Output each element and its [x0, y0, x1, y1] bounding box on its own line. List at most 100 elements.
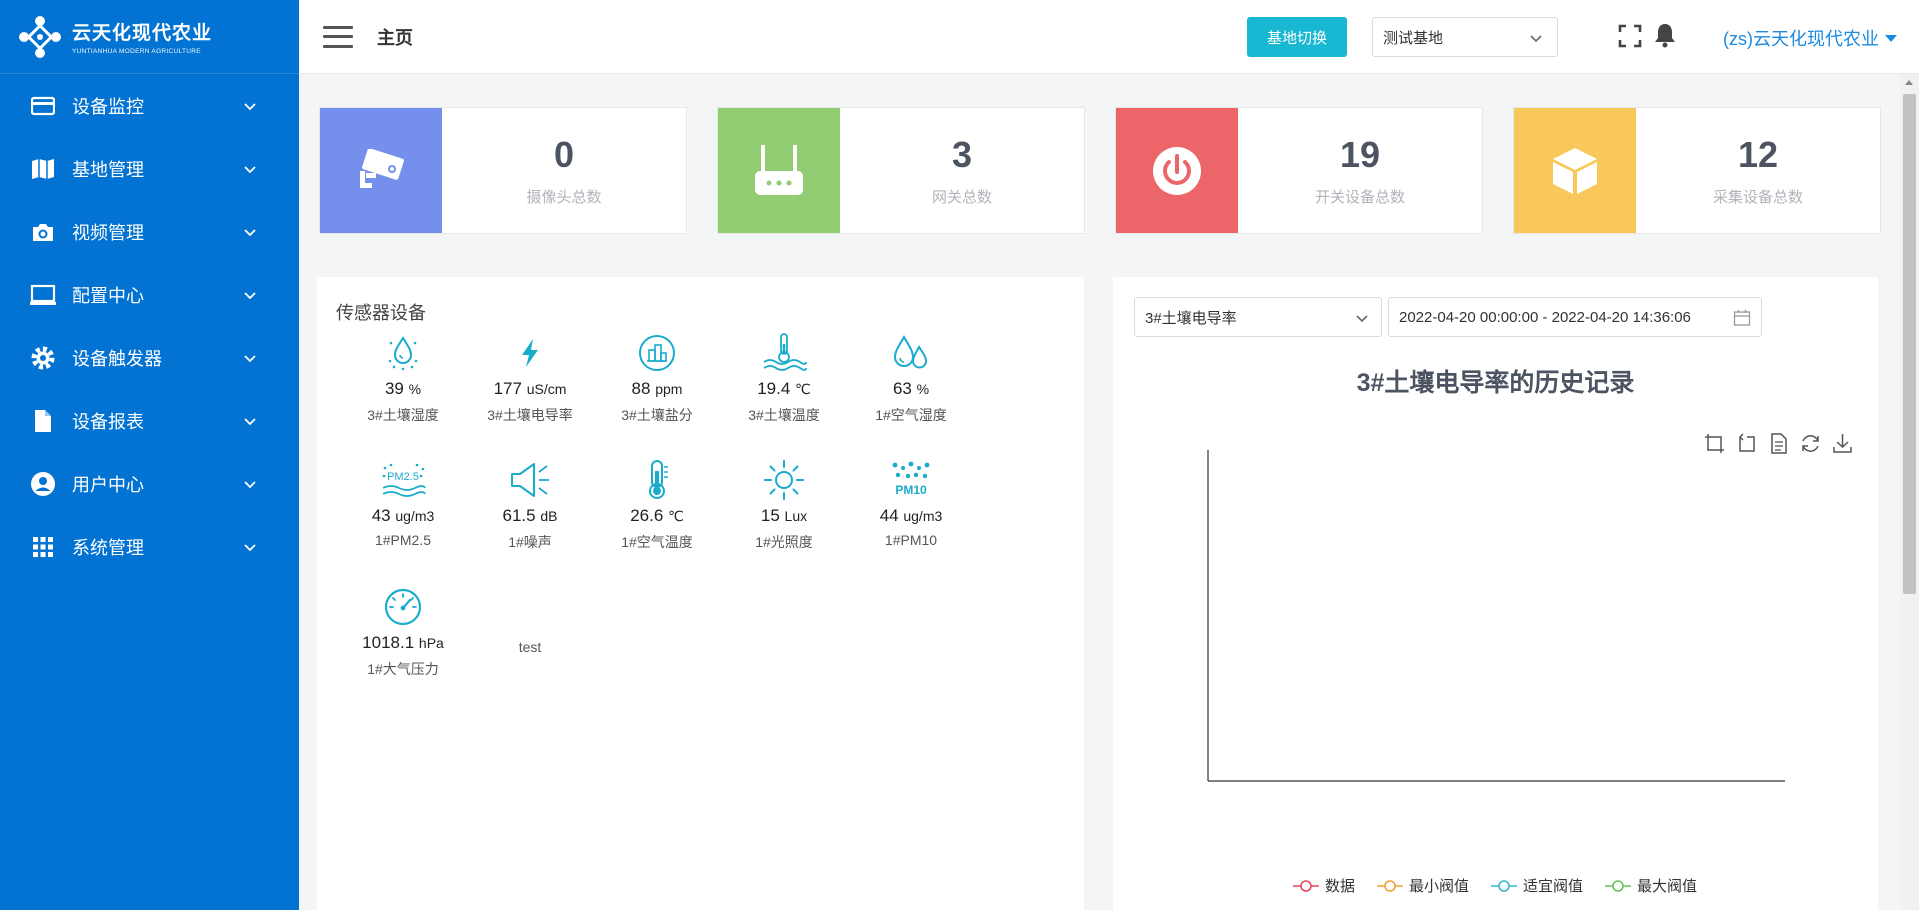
sensor-value: 1018.1 [362, 633, 415, 652]
sensor-item[interactable]: 61.5 dB 1#噪声 [466, 458, 594, 552]
sensor-value: 19.4 [757, 379, 791, 398]
stat-card-gateways[interactable]: 3 网关总数 [717, 107, 1085, 234]
chevron-down-icon [244, 354, 256, 362]
header: 主页 基地切换 测试基地 (zs)云天化现代农业 [299, 0, 1919, 74]
bell-icon[interactable] [1653, 22, 1677, 48]
pm25-badge: PM2.5 [387, 471, 419, 483]
sensor-name: 1#空气温度 [621, 534, 693, 550]
sidebar-item-base-management[interactable]: 基地管理 [0, 137, 299, 200]
chevron-down-icon [244, 543, 256, 551]
sensor-value: 177 [493, 379, 522, 398]
legend-line-circle-icon [1605, 879, 1632, 892]
sidebar-item-label: 设备监控 [72, 96, 144, 117]
sensor-item[interactable]: PM2.5 43 ug/m3 1#PM2.5 [339, 458, 467, 548]
stat-value: 0 [553, 134, 575, 175]
sensor-item[interactable]: 1018.1 hPa 1#大气压力 [339, 585, 467, 679]
sensor-value: 88 [631, 379, 651, 398]
gear-icon [30, 345, 56, 371]
legend-item[interactable]: 数据 [1293, 875, 1355, 896]
sidebar-item-user-center[interactable]: 用户中心 [0, 452, 299, 515]
logo-icon [14, 11, 66, 63]
sidebar-item-label: 设备报表 [72, 411, 144, 432]
base-switch-button[interactable]: 基地切换 [1247, 17, 1347, 57]
box-icon [1514, 108, 1636, 233]
sidebar-item-label: 设备触发器 [72, 348, 162, 369]
sensor-value: 61.5 [502, 506, 536, 525]
speaker-icon [466, 458, 594, 502]
water-drops-icon [847, 331, 975, 375]
chart-plot [1207, 450, 1785, 782]
sensor-item-test[interactable]: test [466, 629, 594, 655]
sensor-unit: ug/m3 [395, 508, 435, 524]
scrollbar[interactable] [1900, 74, 1919, 910]
camera-icon [30, 219, 56, 245]
user-icon [30, 471, 56, 497]
sensor-unit: ppm [655, 381, 683, 397]
base-select[interactable]: 测试基地 [1372, 17, 1558, 57]
caret-down-icon [1885, 34, 1897, 42]
sidebar-item-device-monitor[interactable]: 设备监控 [0, 74, 299, 137]
sensor-unit: % [916, 381, 930, 397]
sidebar-menu: 设备监控 基地管理 视频管理 配置中心 设备触发器 设备报表 用户中心 系统管理 [0, 74, 299, 578]
sidebar: 云天化现代农业 YUNTIANHUA MODERN AGRICULTURE 设备… [0, 0, 299, 910]
sensor-item[interactable]: 39 % 3#土壤湿度 [339, 331, 467, 425]
sidebar-item-device-report[interactable]: 设备报表 [0, 389, 299, 452]
sidebar-item-system-management[interactable]: 系统管理 [0, 515, 299, 578]
main-content: 0 摄像头总数 3 网关总数 19 开关设备总数 12 采集设备总数 传感器设备 [299, 74, 1900, 910]
stat-label: 网关总数 [931, 189, 992, 206]
stat-value: 3 [951, 134, 973, 175]
sidebar-item-config-center[interactable]: 配置中心 [0, 263, 299, 326]
sensor-item[interactable]: 177 uS/cm 3#土壤电导率 [466, 331, 594, 425]
sensor-name: 1#大气压力 [367, 661, 439, 677]
sensor-item[interactable]: PM10 44 ug/m3 1#PM10 [847, 458, 975, 548]
card-icon [30, 93, 56, 119]
scrollbar-thumb[interactable] [1903, 94, 1916, 594]
sensor-panel: 传感器设备 39 % 3#土壤湿度 177 uS/cm 3#土壤电导率 88 p… [317, 277, 1084, 910]
sensor-item[interactable]: 15 Lux 1#光照度 [720, 458, 848, 552]
sidebar-item-label: 基地管理 [72, 159, 144, 180]
monitor-icon [30, 282, 56, 308]
legend-label: 最大阀值 [1637, 878, 1698, 895]
pm25-icon: PM2.5 [339, 458, 467, 502]
sensor-name: 1#空气湿度 [875, 407, 947, 423]
logo[interactable]: 云天化现代农业 YUNTIANHUA MODERN AGRICULTURE [0, 0, 299, 74]
legend-line-circle-icon [1377, 879, 1404, 892]
sensor-unit: Lux [784, 508, 808, 524]
stat-value: 19 [1339, 134, 1381, 175]
legend-item[interactable]: 最大阀值 [1605, 875, 1697, 896]
legend-item[interactable]: 最小阀值 [1377, 875, 1469, 896]
sidebar-item-video-management[interactable]: 视频管理 [0, 200, 299, 263]
chevron-down-icon [1530, 35, 1542, 43]
sensor-value: 43 [371, 506, 391, 525]
stat-card-switch-devices[interactable]: 19 开关设备总数 [1115, 107, 1483, 234]
sensor-item[interactable]: 88 ppm 3#土壤盐分 [593, 331, 721, 425]
sensor-name: 1#PM2.5 [374, 532, 432, 548]
sensor-panel-title: 传感器设备 [336, 303, 426, 323]
sensor-value: 15 [760, 506, 780, 525]
legend-item[interactable]: 适宜阀值 [1491, 875, 1583, 896]
fullscreen-icon[interactable] [1618, 24, 1642, 48]
sidebar-item-label: 系统管理 [72, 537, 144, 558]
grid-icon [30, 534, 56, 560]
stat-card-collection-devices[interactable]: 12 采集设备总数 [1513, 107, 1881, 234]
base-select-value: 测试基地 [1383, 29, 1444, 47]
menu-toggle-icon[interactable] [323, 25, 353, 48]
chevron-down-icon [244, 165, 256, 173]
sensor-item[interactable]: 19.4 ℃ 3#土壤温度 [720, 331, 848, 425]
sun-icon [720, 458, 848, 502]
user-menu[interactable]: (zs)云天化现代农业 [1723, 25, 1897, 51]
logo-subtitle: YUNTIANHUA MODERN AGRICULTURE [72, 48, 201, 55]
scroll-up-arrow-icon[interactable] [1905, 80, 1913, 85]
sensor-name: test [518, 639, 542, 655]
sensor-unit: ℃ [668, 508, 684, 524]
stat-card-cameras[interactable]: 0 摄像头总数 [319, 107, 687, 234]
pm10-badge: PM10 [895, 483, 927, 497]
chevron-down-icon [244, 417, 256, 425]
soil-temperature-icon [720, 331, 848, 375]
sensor-item[interactable]: 63 % 1#空气湿度 [847, 331, 975, 425]
legend-line-circle-icon [1293, 879, 1319, 892]
sidebar-item-device-trigger[interactable]: 设备触发器 [0, 326, 299, 389]
sensor-name: 3#土壤盐分 [621, 407, 693, 423]
sensor-name: 1#PM10 [884, 532, 938, 548]
sensor-item[interactable]: 26.6 ℃ 1#空气温度 [593, 458, 721, 552]
